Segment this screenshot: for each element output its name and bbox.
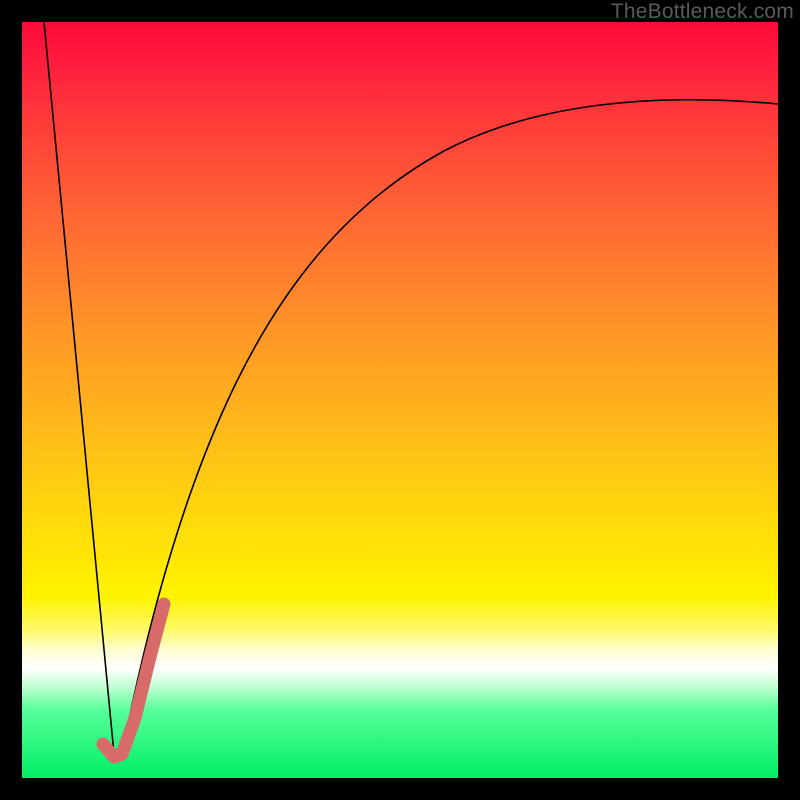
plot-area xyxy=(22,22,778,778)
left-branch-line xyxy=(44,22,114,754)
watermark-text: TheBottleneck.com xyxy=(611,0,794,24)
right-branch-line xyxy=(122,100,778,754)
chart-frame: TheBottleneck.com xyxy=(0,0,800,800)
curve-layer xyxy=(22,22,778,778)
